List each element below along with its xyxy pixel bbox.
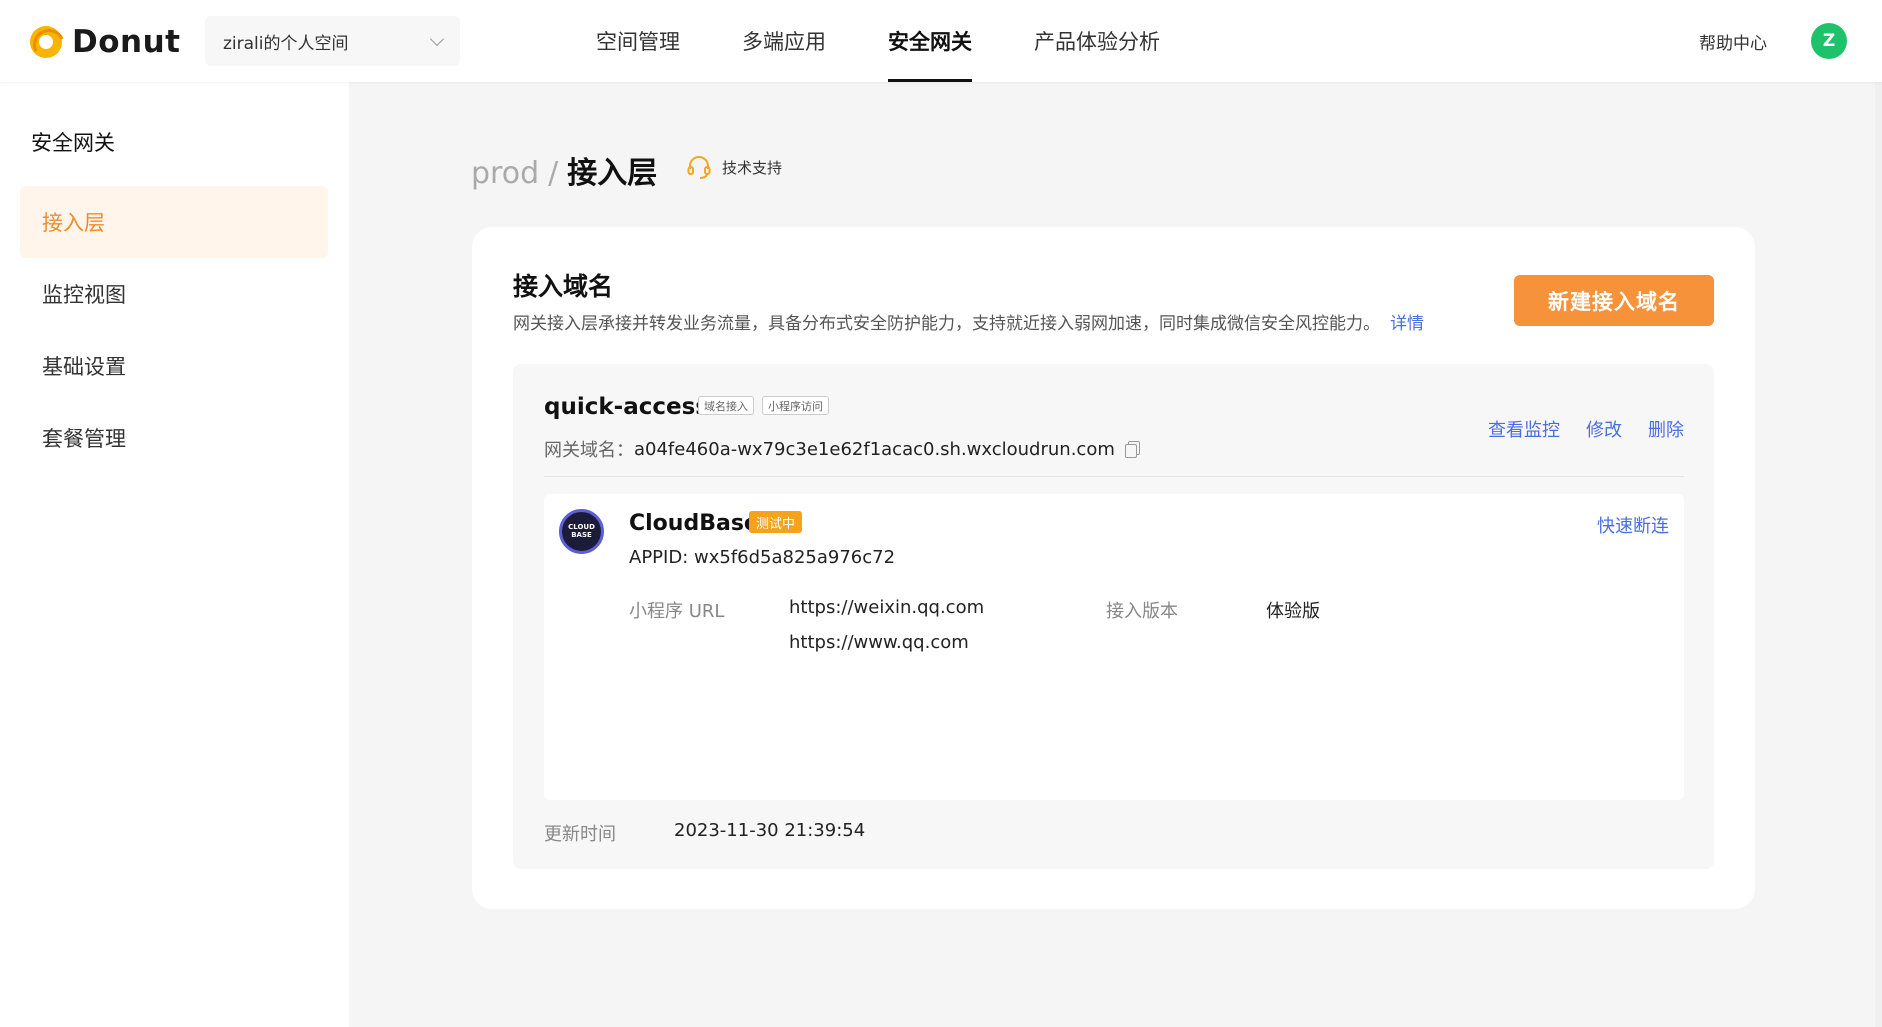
sidebar-item-plan-management[interactable]: 套餐管理 — [20, 402, 328, 474]
miniprogram-url-value: https://www.qq.com — [789, 632, 969, 653]
miniprogram-url-value: https://weixin.qq.com — [789, 597, 985, 618]
access-domain-card: 接入域名 网关接入层承接并转发业务流量，具备分布式安全防护能力，支持就近接入弱网… — [472, 227, 1755, 909]
nav-item-multi-platform-apps[interactable]: 多端应用 — [742, 0, 826, 82]
sidebar-item-access-layer[interactable]: 接入层 — [20, 186, 328, 258]
gateway-domain-value: a04fe460a-wx79c3e1e62f1acac0.sh.wxcloudr… — [634, 438, 1115, 460]
headset-icon — [687, 156, 711, 179]
workspace-selector[interactable]: zirali的个人空间 — [205, 16, 460, 66]
sidebar: 安全网关 接入层 监控视图 基础设置 套餐管理 — [0, 82, 349, 1027]
donut-logo-icon — [30, 26, 62, 58]
app-appid: APPID: wx5f6d5a825a976c72 — [629, 547, 896, 568]
gateway-name: quick-access — [544, 394, 709, 420]
status-badge: 测试中 — [749, 511, 803, 533]
sidebar-item-monitoring[interactable]: 监控视图 — [20, 258, 328, 330]
app-logo[interactable]: Donut — [30, 24, 181, 60]
top-nav: 空间管理 多端应用 安全网关 产品体验分析 — [596, 0, 1222, 82]
nav-item-security-gateway[interactable]: 安全网关 — [888, 0, 972, 82]
app-name: CloudBase — [629, 511, 759, 536]
breadcrumb-separator: / — [548, 156, 559, 191]
gateway-tag: 小程序访问 — [762, 396, 829, 415]
gateway-domain-row: 网关域名： a04fe460a-wx79c3e1e62f1acac0.sh.wx… — [544, 436, 1140, 462]
detail-link[interactable]: 详情 — [1390, 314, 1424, 334]
gateway-tag: 域名接入 — [698, 396, 754, 415]
chevron-down-icon — [429, 31, 445, 46]
sidebar-title: 安全网关 — [31, 131, 115, 155]
avatar[interactable]: Z — [1811, 23, 1847, 59]
gateway-item: quick-access 域名接入 小程序访问 网关域名： a04fe460a-… — [513, 364, 1714, 869]
nav-item-space-management[interactable]: 空间管理 — [596, 0, 680, 82]
nav-item-product-analytics[interactable]: 产品体验分析 — [1034, 0, 1160, 82]
workspace-label: zirali的个人空间 — [223, 33, 349, 54]
edit-link[interactable]: 修改 — [1586, 416, 1622, 442]
page-scrollbar[interactable] — [1875, 82, 1882, 1027]
updated-time-label: 更新时间 — [544, 824, 616, 845]
section-description-text: 网关接入层承接并转发业务流量，具备分布式安全防护能力，支持就近接入弱网加速，同时… — [513, 314, 1380, 334]
updated-time-value: 2023-11-30 21:39:54 — [674, 820, 866, 841]
access-version-value: 体验版 — [1266, 601, 1320, 622]
tech-support-link[interactable]: 技术支持 — [686, 154, 782, 180]
gateway-actions: 查看监控 修改 删除 — [1488, 416, 1684, 442]
cloudbase-logo-icon: CLOUD BASE — [559, 509, 604, 554]
quick-disconnect-link[interactable]: 快速断连 — [1597, 512, 1669, 538]
section-description: 网关接入层承接并转发业务流量，具备分布式安全防护能力，支持就近接入弱网加速，同时… — [513, 309, 1424, 334]
top-bar: Donut zirali的个人空间 空间管理 多端应用 安全网关 产品体验分析 … — [0, 0, 1882, 82]
view-monitor-link[interactable]: 查看监控 — [1488, 416, 1560, 442]
delete-link[interactable]: 删除 — [1648, 416, 1684, 442]
access-version-label: 接入版本 — [1106, 601, 1178, 622]
miniprogram-url-label: 小程序 URL — [629, 601, 725, 622]
breadcrumb-env[interactable]: prod — [471, 156, 539, 191]
app-logo-text: Donut — [72, 24, 181, 60]
sidebar-item-basic-settings[interactable]: 基础设置 — [20, 330, 328, 402]
new-access-domain-button[interactable]: 新建接入域名 — [1514, 275, 1714, 326]
breadcrumb: prod / 接入层 — [471, 148, 657, 192]
copy-icon[interactable] — [1124, 441, 1140, 458]
gateway-domain-label: 网关域名： — [544, 440, 634, 461]
help-center-link[interactable]: 帮助中心 — [1699, 29, 1767, 54]
page-title: 接入层 — [567, 156, 658, 191]
linked-app-card: CLOUD BASE CloudBase 测试中 APPID: wx5f6d5a… — [544, 494, 1684, 800]
divider — [544, 476, 1684, 477]
tech-support-label: 技术支持 — [722, 158, 783, 177]
section-title: 接入域名 — [513, 272, 614, 301]
